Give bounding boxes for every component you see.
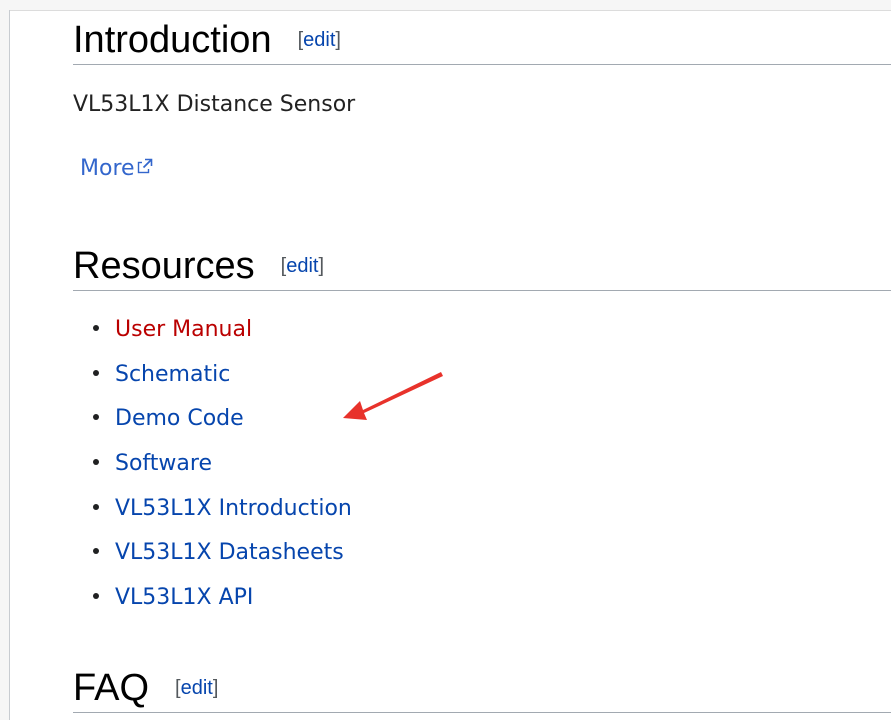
article-content: Introduction [edit] VL53L1X Distance Sens… [73,0,891,720]
resources-edit-label: edit [286,255,319,277]
software-link[interactable]: Software [115,451,212,476]
bullet [93,593,99,600]
more-link[interactable]: More [80,156,153,181]
bullet [93,325,99,331]
introduction-heading: Introduction [edit] [73,16,891,65]
list-item: Software [93,446,352,491]
list-item: VL53L1X Introduction [93,491,352,536]
more-link-label: More [80,156,135,181]
introduction-description: VL53L1X Distance Sensor [73,92,356,117]
introduction-title: Introduction [73,19,272,61]
vl53l1x-api-link[interactable]: VL53L1X API [115,585,253,610]
bullet [93,414,99,421]
left-rule [0,10,10,720]
list-item: Demo Code [93,401,352,446]
resources-list: User Manual Schematic Demo Code Software… [93,312,352,625]
list-item: VL53L1X Datasheets [93,535,352,580]
introduction-edit-label: edit [303,29,336,51]
bullet [93,369,99,376]
vl53l1x-datasheets-link[interactable]: VL53L1X Datasheets [115,540,344,565]
list-item: Schematic [93,357,352,402]
bullet [93,503,99,510]
red-arrow-icon [343,372,443,420]
demo-code-link[interactable]: Demo Code [115,406,244,431]
faq-heading: FAQ [edit] [73,664,891,713]
faq-title: FAQ [73,667,150,709]
resources-heading: Resources [edit] [73,242,891,291]
faq-edit-link[interactable]: [edit] [175,677,218,699]
resources-title: Resources [73,245,255,287]
user-manual-link[interactable]: User Manual [115,317,252,342]
schematic-link[interactable]: Schematic [115,362,230,387]
list-item: User Manual [93,312,352,357]
bullet [93,459,99,466]
bullet [93,548,99,555]
resources-edit-link[interactable]: [edit] [281,255,324,277]
vl53l1x-introduction-link[interactable]: VL53L1X Introduction [115,496,352,521]
faq-edit-label: edit [180,677,213,699]
list-item: VL53L1X API [93,580,352,625]
introduction-edit-link[interactable]: [edit] [298,29,341,51]
external-link-icon [137,158,152,174]
